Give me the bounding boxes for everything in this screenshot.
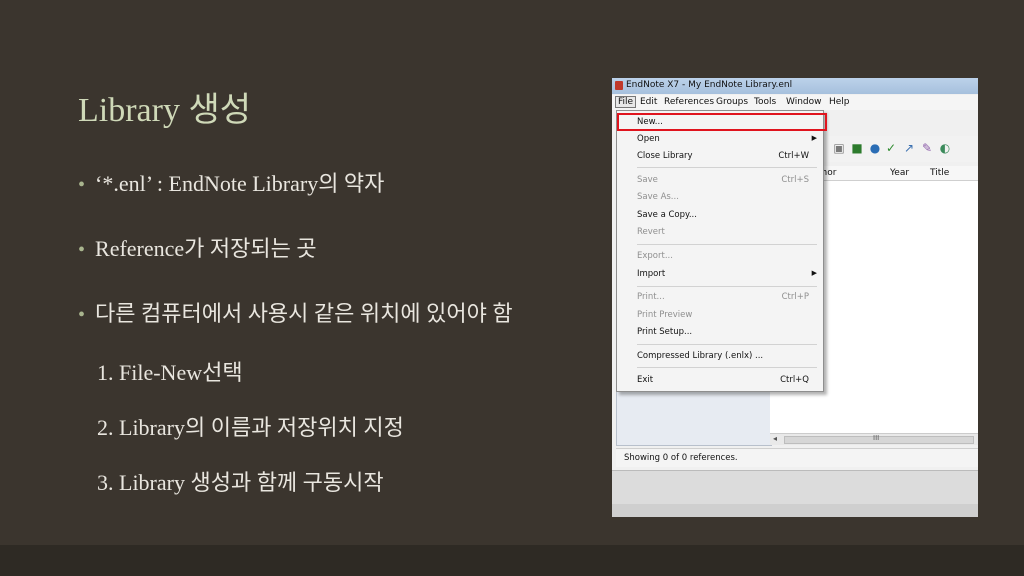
bullet-item: • Reference가 저장되는 곳 [78, 231, 317, 263]
scroll-thumb[interactable]: III [784, 434, 974, 444]
menu-window[interactable]: Window [786, 97, 822, 107]
file-menu-dropdown: New... Open ▶ Close Library Ctrl+W Save … [616, 110, 827, 392]
endnote-app-icon [615, 81, 623, 90]
menu-separator [637, 167, 817, 168]
menu-separator [637, 286, 817, 287]
menu-item-save: Save [637, 175, 658, 185]
copy-icon[interactable]: ▣ [832, 141, 846, 155]
menu-help[interactable]: Help [829, 97, 850, 107]
step-item: 1. File-New선택 [97, 360, 243, 385]
scroll-grip: III [873, 434, 880, 442]
menu-item-print-setup[interactable]: Print Setup... [637, 327, 692, 337]
download-arrow-icon[interactable]: ✓ [884, 141, 898, 155]
step-item: 3. Library 생성과 함께 구동시작 [97, 470, 384, 495]
bullet-dot-icon: • [78, 304, 86, 326]
menu-separator [637, 244, 817, 245]
bullet-item: • 다른 컴퓨터에서 사용시 같은 위치에 있어야 함 [78, 296, 513, 328]
step-item: 2. Library의 이름과 저장위치 지정 [97, 415, 404, 440]
menu-file[interactable]: File [615, 96, 637, 108]
menu-item-exit[interactable]: Exit [637, 375, 653, 385]
menu-tools[interactable]: Tools [754, 97, 776, 107]
endnote-screenshot: EndNote X7 - My EndNote Library.enl File… [612, 78, 978, 517]
bottom-scroll-strip [612, 504, 978, 517]
search-icon[interactable]: ● [868, 141, 882, 155]
upload-arrow-icon[interactable]: ↗ [902, 141, 916, 155]
menu-bar: File Edit References Groups Tools Window… [612, 95, 978, 110]
globe-icon[interactable]: ◐ [938, 141, 952, 155]
shortcut-close: Ctrl+W [778, 151, 809, 161]
window-title: EndNote X7 - My EndNote Library.enl [626, 80, 793, 90]
column-year[interactable]: Year [890, 168, 909, 178]
window-titlebar: EndNote X7 - My EndNote Library.enl [612, 78, 978, 94]
bullet-text: ‘*.enl’ : EndNote Library의 약자 [95, 171, 385, 196]
menu-item-print: Print... [637, 292, 665, 302]
menu-item-import[interactable]: Import [637, 269, 665, 279]
status-bar: Showing 0 of 0 references. [616, 448, 978, 467]
menu-edit[interactable]: Edit [640, 97, 657, 107]
horizontal-scrollbar[interactable]: ◂ III [770, 433, 978, 445]
format-icon[interactable]: ✎ [920, 141, 934, 155]
shortcut-save: Ctrl+S [781, 175, 809, 185]
scroll-left-icon[interactable]: ◂ [773, 434, 777, 443]
menu-references[interactable]: References [664, 97, 714, 107]
submenu-arrow-icon: ▶ [811, 134, 817, 142]
menu-item-print-preview: Print Preview [637, 310, 693, 320]
slide-footer-band [0, 545, 1024, 576]
menu-groups[interactable]: Groups [716, 97, 748, 107]
shortcut-exit: Ctrl+Q [780, 375, 809, 385]
preview-pane [612, 470, 978, 505]
bullet-text: 다른 컴퓨터에서 사용시 같은 위치에 있어야 함 [95, 301, 513, 326]
menu-item-open[interactable]: Open [637, 134, 660, 144]
menu-item-close-library[interactable]: Close Library [637, 151, 693, 161]
menu-item-export: Export... [637, 251, 673, 261]
menu-item-compressed-library[interactable]: Compressed Library (.enlx) ... [637, 351, 763, 361]
column-title[interactable]: Title [930, 168, 949, 178]
menu-item-save-as: Save As... [637, 192, 679, 202]
bullet-dot-icon: • [78, 239, 86, 261]
menu-separator [637, 344, 817, 345]
bullet-item: • ‘*.enl’ : EndNote Library의 약자 [78, 166, 384, 198]
shortcut-print: Ctrl+P [781, 292, 809, 302]
menu-item-revert: Revert [637, 227, 665, 237]
new-item-highlight-box [617, 113, 827, 131]
bullet-dot-icon: • [78, 174, 86, 196]
menu-item-save-copy[interactable]: Save a Copy... [637, 210, 697, 220]
bullet-text: Reference가 저장되는 곳 [95, 236, 317, 261]
submenu-arrow-icon: ▶ [811, 269, 817, 277]
slide-title: Library 생성 [78, 92, 252, 129]
status-text: Showing 0 of 0 references. [624, 453, 738, 463]
toolbar: ▣ ■ ● ✓ ↗ ✎ ◐ [820, 136, 978, 162]
new-reference-icon[interactable]: ■ [850, 141, 864, 155]
menu-separator [637, 367, 817, 368]
